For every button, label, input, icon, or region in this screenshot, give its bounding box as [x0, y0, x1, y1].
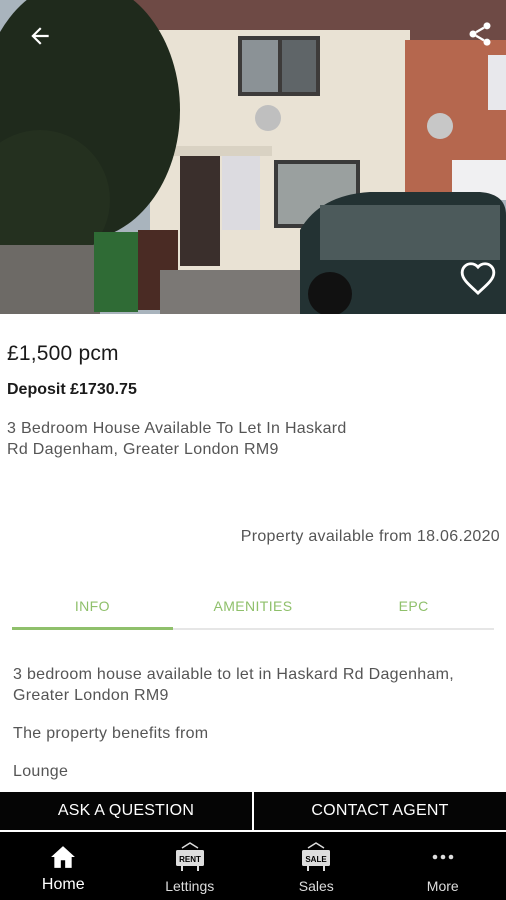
- tab-epc[interactable]: EPC: [333, 584, 494, 628]
- nav-label-lettings: Lettings: [165, 878, 215, 894]
- sale-sign-icon: SALE: [302, 842, 331, 871]
- listing-title: 3 Bedroom House Available To Let In Hask…: [7, 420, 347, 458]
- nav-label-more: More: [426, 878, 459, 894]
- nav-item-lettings[interactable]: RENT Lettings: [127, 832, 254, 900]
- info-paragraph: Lounge: [13, 763, 69, 780]
- nav-item-home[interactable]: Home: [0, 832, 127, 900]
- listing-price: £1,500 pcm: [7, 342, 119, 365]
- share-icon: [469, 22, 491, 46]
- back-button[interactable]: [18, 16, 62, 56]
- bottom-navigation: Home RENT Lettings SALE Sales More: [0, 832, 506, 900]
- tab-amenities[interactable]: AMENITIES: [173, 584, 334, 628]
- share-button[interactable]: [458, 14, 502, 54]
- nav-label-sales: Sales: [298, 878, 334, 894]
- info-content: 3 bedroom house available to let in Hask…: [13, 664, 483, 799]
- tab-info[interactable]: INFO: [12, 584, 173, 630]
- info-paragraph: 3 bedroom house available to let in Hask…: [13, 666, 455, 704]
- favourite-button[interactable]: [454, 254, 502, 302]
- svg-text:SALE: SALE: [306, 855, 328, 864]
- availability-date: Property available from 18.06.2020: [240, 528, 500, 545]
- more-dots-icon: [432, 854, 454, 860]
- home-icon: [51, 846, 76, 868]
- svg-text:RENT: RENT: [179, 855, 201, 864]
- nav-label-home: Home: [41, 876, 85, 893]
- ask-question-button[interactable]: ASK A QUESTION: [0, 792, 252, 830]
- contact-agent-button[interactable]: CONTACT AGENT: [254, 792, 506, 830]
- rent-sign-icon: RENT: [175, 842, 204, 871]
- property-photo[interactable]: [0, 0, 506, 314]
- property-photo-image: [0, 0, 506, 314]
- detail-tabs: INFO AMENITIES EPC: [12, 584, 494, 630]
- arrow-left-icon: [31, 27, 49, 45]
- nav-item-sales[interactable]: SALE Sales: [253, 832, 380, 900]
- heart-outline-icon: [460, 262, 496, 295]
- info-paragraph: The property benefits from: [13, 725, 209, 742]
- action-bar: ASK A QUESTION CONTACT AGENT: [0, 792, 506, 830]
- nav-item-more[interactable]: More: [380, 832, 506, 900]
- listing-deposit: Deposit £1730.75: [7, 381, 137, 398]
